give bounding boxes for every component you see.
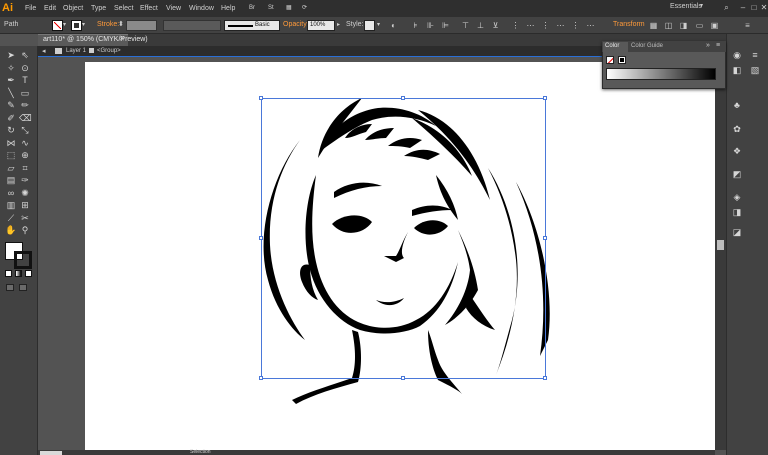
resize-handle[interactable]: [543, 96, 547, 100]
resize-handle[interactable]: [543, 376, 547, 380]
appearance-icon[interactable]: ◈: [730, 191, 744, 204]
none-slash-icon: [607, 57, 613, 63]
brushes-icon[interactable]: ✿: [730, 123, 744, 136]
resize-handle[interactable]: [401, 96, 405, 100]
vertical-scrollbar[interactable]: [715, 58, 726, 450]
resize-handle[interactable]: [543, 236, 547, 240]
swatches-icon[interactable]: ♣: [730, 99, 744, 112]
artboards-icon[interactable]: ◪: [730, 226, 744, 239]
tab-color-label: Color: [605, 43, 620, 49]
stroke-panel-icon[interactable]: ≡: [748, 49, 762, 62]
resize-handle[interactable]: [259, 236, 263, 240]
symbols-icon[interactable]: ❖: [730, 145, 744, 158]
none-color-swatch[interactable]: [606, 56, 614, 64]
horizontal-scrollbar[interactable]: [38, 450, 715, 455]
selection-bounding-box[interactable]: [261, 98, 546, 379]
resize-handle[interactable]: [259, 96, 263, 100]
panel-menu-icon[interactable]: ≡: [716, 42, 720, 49]
zoom-field[interactable]: [40, 451, 62, 455]
gradient-panel-icon[interactable]: ▧: [748, 64, 762, 77]
panel-dock: [726, 34, 768, 455]
black-color-swatch[interactable]: [620, 58, 624, 62]
graphic-styles-icon[interactable]: ◩: [730, 168, 744, 181]
color-spectrum-ramp[interactable]: [606, 68, 716, 80]
resize-handle[interactable]: [259, 376, 263, 380]
resize-handle[interactable]: [401, 376, 405, 380]
layers-icon[interactable]: ◨: [730, 206, 744, 219]
color-guide-icon[interactable]: ◧: [730, 64, 744, 77]
scrollbar-thumb[interactable]: [717, 240, 724, 250]
tab-color-guide[interactable]: Color Guide: [631, 43, 663, 49]
double-chevron-icon[interactable]: »: [706, 42, 710, 49]
color-panel-icon[interactable]: ◉: [730, 49, 744, 62]
status-tool-label: Selection: [190, 449, 211, 455]
